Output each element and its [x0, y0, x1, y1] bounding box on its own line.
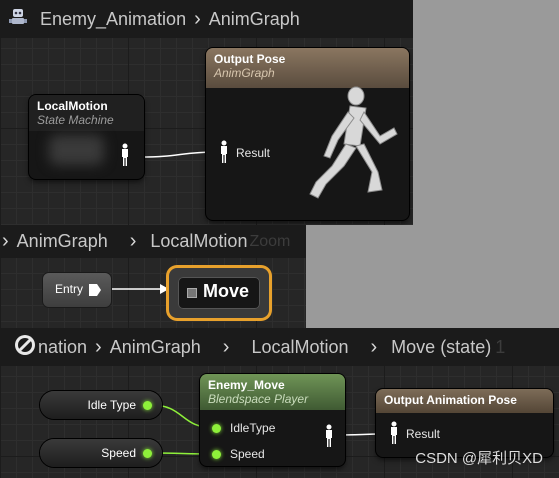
pin-label: IdleType — [230, 421, 276, 435]
input-pin-icon[interactable] — [212, 424, 221, 433]
state-preview — [49, 135, 104, 165]
pin-label: Result — [236, 146, 271, 160]
node-subtitle: AnimGraph — [214, 66, 275, 80]
pin-label: Result — [406, 427, 441, 441]
node-title: Enemy_Move — [208, 378, 285, 392]
state-move-node[interactable]: Move — [169, 268, 269, 318]
state-label: Move — [203, 281, 250, 301]
node-title: Output Pose — [214, 52, 286, 66]
anim-graph-panel: Enemy_Animation › AnimGraph LocalMotion … — [0, 0, 413, 225]
output-pin-icon[interactable] — [143, 401, 152, 410]
variable-label: Idle Type — [87, 398, 136, 412]
watermark: CSDN @犀利贝XD — [415, 450, 543, 467]
node-subtitle: State Machine — [37, 113, 114, 127]
pose-pin-icon[interactable] — [218, 140, 230, 164]
local-motion-node[interactable]: LocalMotion State Machine — [29, 95, 144, 179]
pose-pin-icon[interactable] — [119, 143, 131, 167]
mannequin-preview — [309, 86, 398, 199]
output-pin-icon[interactable] — [143, 449, 152, 458]
node-title: Output Animation Pose — [384, 393, 517, 407]
node-subtitle: Blendspace Player — [208, 392, 309, 406]
node-title: LocalMotion — [37, 99, 108, 113]
state-icon — [187, 288, 197, 298]
state-graph-panel: nation › AnimGraph › LocalMotion › Move … — [0, 328, 559, 478]
input-pin-icon[interactable] — [212, 450, 221, 459]
pin-label: Speed — [230, 447, 265, 461]
output-pose-node[interactable]: Output Pose AnimGraph Result — [206, 48, 409, 220]
pose-pin-icon[interactable] — [323, 424, 335, 448]
variable-label: Speed — [101, 446, 136, 460]
blendspace-player-node[interactable]: Enemy_Move Blendspace Player IdleType Sp… — [200, 374, 345, 466]
state-machine-panel: › AnimGraph › LocalMotion Zoom Entry Mov… — [0, 225, 306, 328]
pose-pin-icon[interactable] — [388, 421, 400, 445]
